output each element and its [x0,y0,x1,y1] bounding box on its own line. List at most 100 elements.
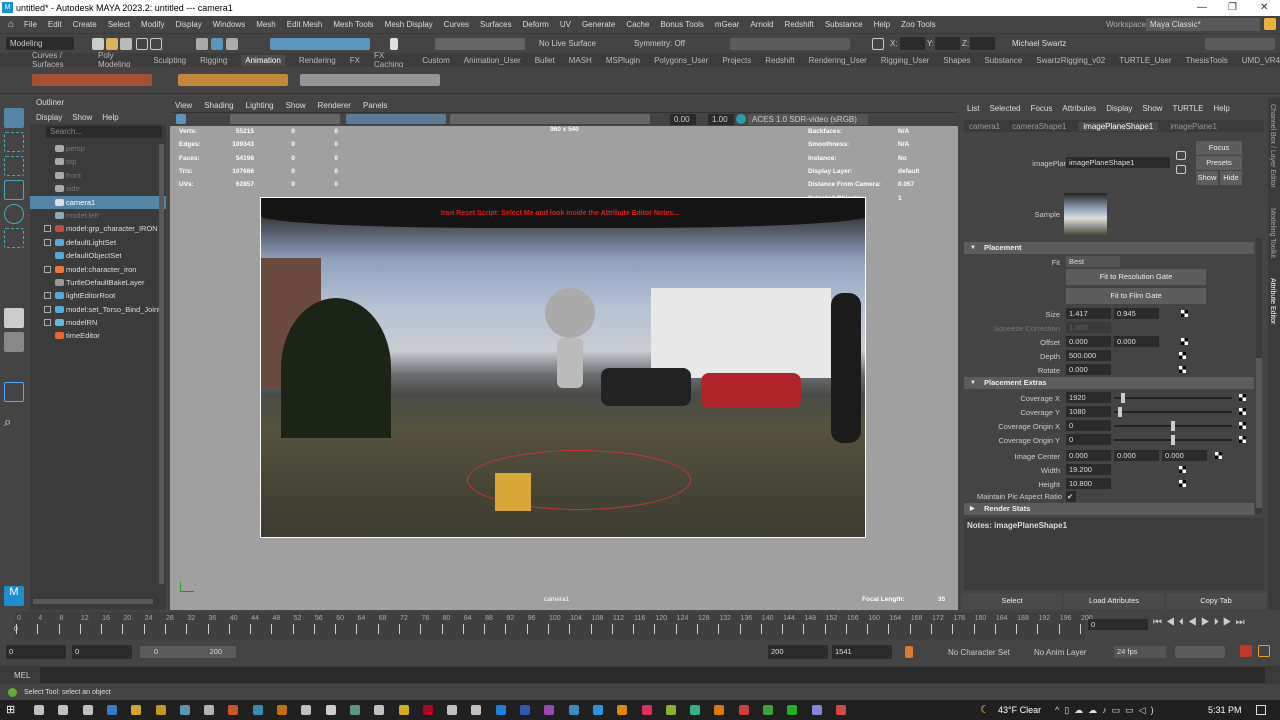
output-connection-icon[interactable] [1176,165,1186,174]
menu-display[interactable]: Display [176,20,202,29]
current-frame-field[interactable]: 0 [1088,619,1148,630]
redo-icon[interactable] [150,38,162,50]
coverage-slider[interactable] [1114,393,1232,403]
zbrush-app-icon[interactable] [301,705,312,715]
illustrator-app-icon[interactable] [617,705,628,715]
outliner-item[interactable]: defaultObjectSet [30,249,166,262]
ae-tab-imagePlane1[interactable]: imagePlane1 [1170,122,1217,131]
outliner-menu-display[interactable]: Display [36,113,62,122]
outliner-item[interactable]: defaultLightSet [30,236,166,249]
lock-icon[interactable] [1264,18,1276,30]
presets-button[interactable]: Presets [1196,156,1242,170]
select-component-icon[interactable] [226,38,238,50]
expand-icon[interactable] [44,265,51,273]
offset-y-field[interactable]: 0.000 [1114,336,1159,347]
clock[interactable]: 5:31 PM [1208,705,1242,715]
anim-end-field[interactable]: 1541 [832,645,892,659]
hide-button[interactable]: Hide [1220,171,1242,185]
prelude2-app-icon[interactable] [665,705,676,715]
ae-tab-camera1[interactable]: camera1 [969,122,1000,131]
ae-menu-attributes[interactable]: Attributes [1062,104,1096,113]
y-field[interactable] [935,37,960,50]
shading-icons[interactable] [450,114,650,124]
after-effects-app-icon[interactable] [811,705,822,715]
open-scene-icon[interactable] [106,38,118,50]
size-x-field[interactable]: 1.417 [1066,308,1111,319]
app-app-icon[interactable] [374,705,385,715]
rotate-field[interactable]: 0.000 [1066,364,1111,375]
load-attributes-button[interactable]: Load Attributes [1064,593,1164,609]
shelf-tab-sculpting[interactable]: Sculpting [153,56,186,65]
snap-tools-icon[interactable] [270,38,370,50]
live-surface-label[interactable]: No Live Surface [535,37,610,50]
spreadsheet-app-icon[interactable] [763,705,773,715]
iron-robot-head[interactable] [545,288,595,338]
shelf-tab-shapes[interactable]: Shapes [943,56,970,65]
shelf-tab-redshift[interactable]: Redshift [765,56,794,65]
panel-toggle-icons[interactable] [1205,38,1275,50]
arrow-app-icon[interactable] [738,705,749,715]
outliner-item[interactable]: modelRN [30,316,166,329]
menu-edit-mesh[interactable]: Edit Mesh [287,20,323,29]
color-management-icon[interactable] [736,114,746,124]
notes-panel[interactable]: Notes: imagePlaneShape1 [964,518,1264,590]
coverage-field[interactable]: 0 [1066,420,1111,431]
menu-file[interactable]: File [24,20,37,29]
image-center-x-field[interactable]: 0.000 [1066,450,1111,461]
select-hierarchy-icon[interactable] [196,38,208,50]
exposure-field[interactable]: 0.00 [670,114,696,125]
ae-menu-display[interactable]: Display [1106,104,1132,113]
menu-zoo-tools[interactable]: Zoo Tools [901,20,936,29]
keyable-icon[interactable] [1181,310,1188,317]
menu-select[interactable]: Select [108,20,130,29]
menu-modify[interactable]: Modify [141,20,165,29]
outliner-v-scrollbar[interactable] [159,144,164,584]
menu-deform[interactable]: Deform [523,20,549,29]
unreal-app-icon[interactable] [471,705,482,715]
layout-icon[interactable] [4,332,24,352]
copy-tab-button[interactable]: Copy Tab [1166,593,1266,609]
show-button[interactable]: Show [1196,171,1218,185]
transform-mode-icon[interactable] [872,38,884,50]
outliner-item[interactable]: model:left [30,209,166,222]
image-center-z-field[interactable]: 0.000 [1162,450,1207,461]
home-icon[interactable]: ⌂ [8,19,14,30]
select-object-icon[interactable] [211,38,223,50]
imageplane-field[interactable]: imagePlaneShape1 [1066,157,1170,168]
shelf-tab-animation[interactable]: Animation [241,54,285,66]
image-plane[interactable]: Iron Reset Script: Select Me and look in… [260,197,866,538]
shelf-tab-thesistools[interactable]: ThesisTools [1186,56,1228,65]
outliner-item[interactable]: model:grp_character_IRON [30,222,166,235]
ae-menu-show[interactable]: Show [1142,104,1162,113]
playback-controls[interactable]: ⏮◀⏴◀▶⏵▶⏭ [1153,617,1249,628]
krita-app-icon[interactable] [325,705,336,715]
expand-icon[interactable] [44,238,51,246]
prelude-app-icon[interactable] [520,705,530,715]
rhino-app-icon[interactable] [204,705,215,715]
keyable-icon[interactable] [1179,366,1186,373]
lasso-tool-icon[interactable] [4,132,24,152]
app-app-icon[interactable] [495,705,506,715]
store-app-icon[interactable] [106,705,117,715]
viewport-menu-renderer[interactable]: Renderer [318,101,351,110]
coverage-field[interactable]: 1920 [1066,392,1111,403]
expand-icon[interactable] [44,305,51,313]
ae-select-button[interactable]: Select [962,593,1062,609]
attribute-editor-tab[interactable]: Attribute Editor [1269,278,1276,324]
affinity-designer-app-icon[interactable] [568,705,579,715]
viewport-menu-view[interactable]: View [175,101,192,110]
loop-sound-icons[interactable] [1175,646,1225,658]
bookmark-icon[interactable] [905,646,913,658]
symmetry-dropdown[interactable]: Symmetry: Off [630,37,690,50]
outliner-menu-help[interactable]: Help [102,113,118,122]
anim-layer-dropdown[interactable]: No Anim Layer [1034,648,1086,657]
input-connection-icon[interactable] [1176,151,1186,160]
offset-x-field[interactable]: 0.000 [1066,336,1111,347]
menu-curves[interactable]: Curves [444,20,469,29]
maintain-aspect-checkbox[interactable]: ✔ [1066,491,1076,502]
keyable-icon[interactable] [1179,352,1186,359]
ae-menu-turtle[interactable]: TURTLE [1172,104,1203,113]
key-shelf-icons[interactable] [178,74,288,86]
menu-arnold[interactable]: Arnold [750,20,773,29]
rotate-tool-icon[interactable] [4,204,24,224]
